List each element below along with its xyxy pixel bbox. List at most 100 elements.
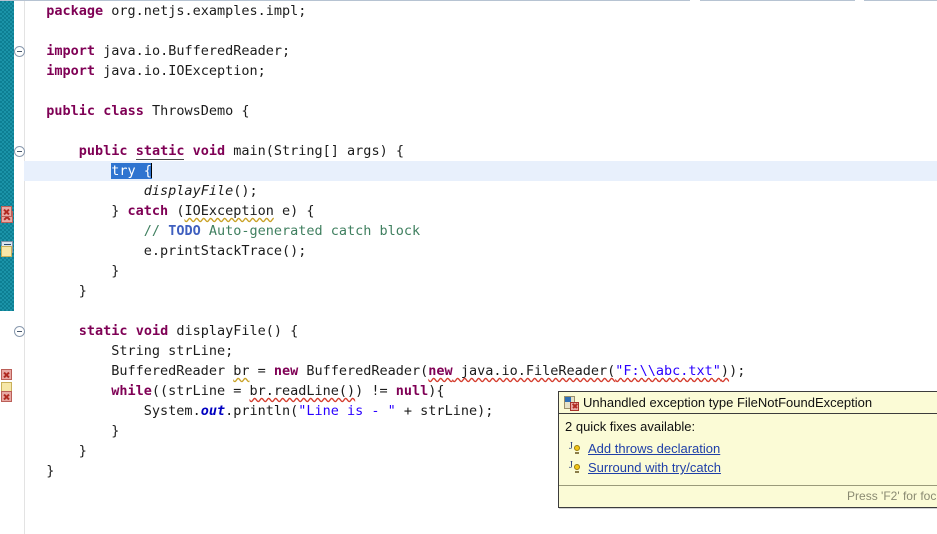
code-token: static	[135, 143, 185, 160]
quickfix-link-add-throws[interactable]: Add throws declaration	[588, 441, 720, 456]
fold-toggle-icon[interactable]	[14, 46, 25, 57]
code-token: br	[233, 363, 250, 379]
code-token: .println(	[225, 403, 299, 419]
code-token: BufferedReader	[111, 363, 234, 379]
code-token: }	[111, 203, 128, 219]
code-token: static	[78, 323, 128, 339]
code-token: br.readLine()	[249, 383, 356, 399]
code-token: ThrowsDemo {	[143, 103, 250, 119]
code-line[interactable]: displayFile();	[26, 181, 937, 201]
code-token: java.io.BufferedReader;	[95, 43, 291, 59]
quickfix-item-add-throws[interactable]: J Add throws declaration	[569, 441, 937, 456]
code-token: + strLine);	[395, 403, 494, 419]
code-token: displayFile() {	[168, 323, 299, 339]
code-token: import	[46, 43, 96, 59]
code-token: import	[46, 63, 96, 79]
gutter-divider	[24, 1, 25, 534]
code-line[interactable]: e.printStackTrace();	[26, 241, 937, 261]
code-token: (	[168, 203, 185, 219]
code-token: void	[192, 143, 226, 159]
gutter-error-marker[interactable]	[1, 391, 12, 402]
tooltip-header: Unhandled exception type FileNotFoundExc…	[559, 392, 937, 414]
code-token: e) {	[273, 203, 315, 219]
code-token: try {	[111, 163, 152, 179]
code-line[interactable]: import java.io.IOException;	[26, 61, 937, 81]
tooltip-message: Unhandled exception type FileNotFoundExc…	[583, 395, 873, 410]
code-token: void	[135, 323, 169, 339]
code-token: )	[720, 363, 730, 379]
tooltip-body: 2 quick fixes available: J Add throws de…	[559, 414, 937, 485]
quickfix-item-surround-try-catch[interactable]: J Surround with try/catch	[569, 460, 937, 475]
code-token: ){	[428, 383, 445, 399]
code-token: BufferedReader(	[298, 363, 429, 379]
code-line[interactable]: // TODO Auto-generated catch block	[26, 221, 937, 241]
code-token: );	[729, 363, 746, 379]
code-token: }	[46, 463, 55, 479]
code-token: public	[46, 103, 96, 119]
code-token: package	[46, 3, 104, 19]
code-line[interactable]: public class ThrowsDemo {	[26, 101, 937, 121]
fold-toggle-icon[interactable]	[14, 146, 25, 157]
code-token: //	[143, 223, 169, 239]
text-caret	[150, 163, 152, 178]
tooltip-footer-hint: Press 'F2' for focus	[559, 485, 937, 507]
java-error-icon	[564, 395, 579, 411]
code-token: ((strLine =	[151, 383, 250, 399]
code-token: "Line is - "	[298, 403, 396, 419]
code-line[interactable]: BufferedReader br = new BufferedReader(n…	[26, 361, 937, 381]
code-token: new	[428, 363, 453, 379]
code-token: java.io.FileReader(	[452, 363, 616, 379]
code-token: System.	[143, 403, 201, 419]
code-token: }	[111, 423, 120, 439]
code-token: class	[103, 103, 144, 119]
quickfix-tooltip[interactable]: Unhandled exception type FileNotFoundExc…	[558, 391, 937, 508]
gutter-error-marker[interactable]	[1, 369, 12, 380]
quickfix-count-label: 2 quick fixes available:	[565, 419, 696, 434]
code-token: out	[200, 403, 226, 419]
code-token: =	[249, 363, 274, 379]
code-line[interactable]: public static void main(String[] args) {	[26, 141, 937, 161]
gutter-todo-marker[interactable]	[1, 246, 12, 257]
code-token: }	[78, 443, 87, 459]
code-token: TODO	[168, 223, 201, 239]
code-line[interactable]: import java.io.BufferedReader;	[26, 41, 937, 61]
code-line[interactable]: static void displayFile() {	[26, 321, 937, 341]
code-line[interactable]: package org.netjs.examples.impl;	[26, 1, 937, 21]
fold-toggle-icon[interactable]	[14, 326, 25, 337]
code-line[interactable]: }	[26, 281, 937, 301]
code-token: new	[273, 363, 299, 379]
gutter-error-marker[interactable]	[1, 206, 12, 217]
code-line[interactable]: } catch (IOException e) {	[26, 201, 937, 221]
code-token: ) !=	[355, 383, 396, 399]
code-line[interactable]	[26, 121, 937, 141]
code-line[interactable]	[26, 81, 937, 101]
code-line[interactable]	[26, 21, 937, 41]
overview-marker-strip[interactable]	[0, 1, 14, 311]
code-line[interactable]: try {	[24, 161, 937, 181]
code-token: null	[395, 383, 429, 399]
code-token: String strLine;	[111, 343, 234, 359]
code-line[interactable]	[26, 301, 937, 321]
code-line[interactable]: }	[26, 261, 937, 281]
code-token: e.printStackTrace();	[143, 243, 307, 259]
editor-gutter[interactable]	[1, 1, 24, 534]
quickfix-link-surround-try-catch[interactable]: Surround with try/catch	[588, 460, 721, 475]
code-line[interactable]: String strLine;	[26, 341, 937, 361]
code-token: org.netjs.examples.impl;	[103, 3, 307, 19]
